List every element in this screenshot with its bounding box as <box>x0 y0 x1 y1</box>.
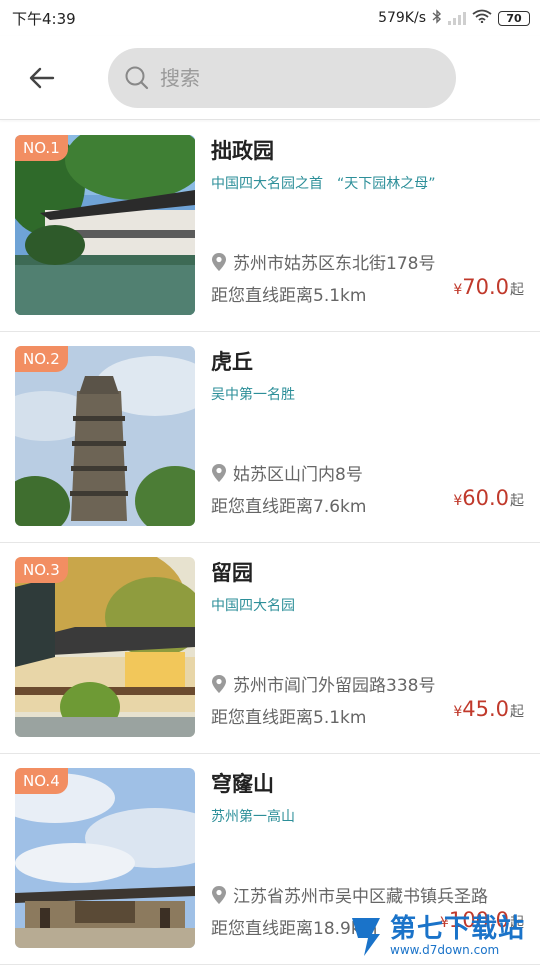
price: ¥ 70.0 起 <box>453 275 524 299</box>
search-bar[interactable] <box>108 48 456 108</box>
attraction-tag: 中国四大名园之首 “天下园林之母” <box>211 176 436 192</box>
status-bar: 下午4:39 579K/s 70 <box>0 0 540 36</box>
rank-badge: NO.3 <box>15 557 68 583</box>
price-symbol: ¥ <box>453 493 463 509</box>
attraction-name: 留园 <box>211 561 253 585</box>
watermark-url: www.d7down.com <box>390 943 500 957</box>
price-suffix: 起 <box>510 493 524 509</box>
address-text: 江苏省苏州市吴中区藏书镇兵圣路 <box>233 887 488 907</box>
price-symbol: ¥ <box>453 282 463 298</box>
address-row: 苏州市姑苏区东北街178号 <box>211 249 435 274</box>
location-pin-icon <box>212 885 226 904</box>
attraction-photo: NO.1 <box>15 135 195 315</box>
address-row: 江苏省苏州市吴中区藏书镇兵圣路 <box>211 882 488 907</box>
back-button[interactable] <box>20 56 64 100</box>
price-symbol: ¥ <box>453 704 463 720</box>
price: ¥ 45.0 起 <box>453 697 524 721</box>
list-item[interactable]: NO.2 虎丘 吴中第一名胜 姑苏区山门内8号 距您直线距离7.6km ¥ 60… <box>0 332 540 543</box>
search-icon <box>125 66 149 90</box>
signal-icon <box>448 11 466 25</box>
attraction-name: 拙政园 <box>211 139 274 163</box>
rank-badge: NO.2 <box>15 346 68 372</box>
price-value: 60.0 <box>462 486 509 510</box>
wifi-icon <box>472 9 492 27</box>
attraction-photo: NO.2 <box>15 346 195 526</box>
location-pin-icon <box>212 252 226 271</box>
rank-badge: NO.4 <box>15 768 68 794</box>
location-pin-icon <box>212 674 226 693</box>
attraction-tag: 苏州第一高山 <box>211 809 295 825</box>
rank-badge: NO.1 <box>15 135 68 161</box>
attraction-tag: 中国四大名园 <box>211 598 295 614</box>
status-icons: 579K/s 70 <box>378 8 530 28</box>
price-value: 45.0 <box>462 697 509 721</box>
network-speed: 579K/s <box>378 10 426 26</box>
location-pin-icon <box>212 463 226 482</box>
attraction-photo: NO.4 <box>15 768 195 948</box>
list-item[interactable]: NO.3 留园 中国四大名园 苏州市阊门外留园路338号 距您直线距离5.1km… <box>0 543 540 754</box>
attraction-tag: 吴中第一名胜 <box>211 387 295 403</box>
distance-text: 距您直线距离7.6km <box>211 497 367 517</box>
attraction-list: NO.1 拙政园 中国四大名园之首 “天下园林之母” 苏州市姑苏区东北街178号… <box>0 121 540 965</box>
attraction-name: 虎丘 <box>211 350 253 374</box>
watermark-title: 第七下载站 <box>390 914 526 944</box>
price-value: 70.0 <box>462 275 509 299</box>
distance-text: 距您直线距离5.1km <box>211 286 367 306</box>
price: ¥ 60.0 起 <box>453 486 524 510</box>
price-suffix: 起 <box>510 704 524 720</box>
site-watermark: 第七下载站 www.d7down.com <box>346 912 532 960</box>
address-text: 苏州市姑苏区东北街178号 <box>233 254 436 274</box>
list-item[interactable]: NO.1 拙政园 中国四大名园之首 “天下园林之母” 苏州市姑苏区东北街178号… <box>0 121 540 332</box>
bluetooth-icon <box>432 8 442 28</box>
watermark-logo-icon <box>352 918 380 956</box>
status-time: 下午4:39 <box>12 9 76 28</box>
address-row: 姑苏区山门内8号 <box>211 460 363 485</box>
back-arrow-icon <box>29 67 55 89</box>
address-text: 苏州市阊门外留园路338号 <box>233 676 436 696</box>
address-row: 苏州市阊门外留园路338号 <box>211 671 435 696</box>
search-input[interactable] <box>158 65 438 91</box>
attraction-name: 穹窿山 <box>211 772 274 796</box>
attraction-photo: NO.3 <box>15 557 195 737</box>
address-text: 姑苏区山门内8号 <box>233 465 363 485</box>
distance-text: 距您直线距离5.1km <box>211 708 367 728</box>
top-bar <box>0 36 540 120</box>
battery-icon: 70 <box>498 10 530 26</box>
price-suffix: 起 <box>510 282 524 298</box>
